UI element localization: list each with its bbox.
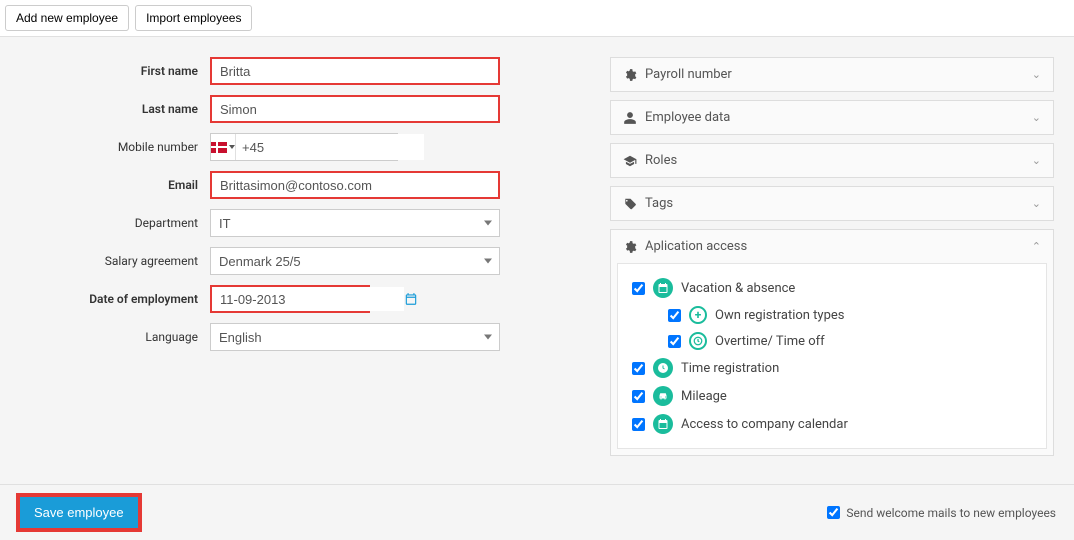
access-vacation-checkbox[interactable]: [632, 282, 645, 295]
toolbar: Add new employee Import employees: [0, 0, 1074, 37]
import-employees-button[interactable]: Import employees: [135, 5, 252, 31]
country-flag-dropdown[interactable]: [211, 134, 236, 160]
plus-icon: +: [689, 306, 707, 324]
mobile-number-input[interactable]: [236, 134, 424, 160]
time-icon: [653, 358, 673, 378]
panel-title: Aplication access: [645, 239, 1024, 254]
panel-app-access-header[interactable]: Aplication access ⌃: [611, 230, 1053, 263]
app-access-body: Vacation & absence + Own registration ty…: [617, 263, 1047, 449]
car-icon: [653, 386, 673, 406]
clock-icon: [689, 332, 707, 350]
chevron-up-icon: ⌃: [1032, 240, 1041, 253]
chevron-down-icon: [484, 335, 492, 340]
access-label: Mileage: [681, 389, 727, 404]
mobile-input-group: [210, 133, 398, 161]
email-input[interactable]: [210, 171, 500, 199]
access-overtime: Overtime/ Time off: [632, 328, 1032, 354]
email-label: Email: [20, 178, 210, 192]
last-name-input[interactable]: [210, 95, 500, 123]
panel-employee-data-header[interactable]: Employee data ⌄: [611, 101, 1053, 134]
employee-form: First name Last name Mobile number Email…: [20, 57, 580, 464]
access-vacation: Vacation & absence: [632, 274, 1032, 302]
access-overtime-checkbox[interactable]: [668, 335, 681, 348]
department-label: Department: [20, 216, 210, 230]
panel-title: Roles: [645, 153, 1024, 168]
access-own-reg: + Own registration types: [632, 302, 1032, 328]
access-calendar-checkbox[interactable]: [632, 418, 645, 431]
language-select[interactable]: [210, 323, 500, 351]
salary-label: Salary agreement: [20, 254, 210, 268]
access-own-reg-checkbox[interactable]: [668, 309, 681, 322]
gear-icon: [623, 68, 637, 82]
chevron-down-icon: ⌄: [1032, 197, 1041, 210]
first-name-label: First name: [20, 64, 210, 78]
mobile-label: Mobile number: [20, 140, 210, 154]
salary-select[interactable]: [210, 247, 500, 275]
panel-app-access: Aplication access ⌃ Vacation & absence +…: [610, 229, 1054, 456]
doe-label: Date of employment: [20, 292, 210, 306]
panel-payroll: Payroll number ⌄: [610, 57, 1054, 92]
department-select[interactable]: [210, 209, 500, 237]
chevron-down-icon: ⌄: [1032, 111, 1041, 124]
calendar-access-icon: [653, 414, 673, 434]
access-mileage-checkbox[interactable]: [632, 390, 645, 403]
first-name-input[interactable]: [210, 57, 500, 85]
content-area: First name Last name Mobile number Email…: [0, 37, 1074, 484]
chevron-down-icon: [484, 259, 492, 264]
language-label: Language: [20, 330, 210, 344]
language-value[interactable]: [210, 323, 500, 351]
gear-icon: [623, 240, 637, 254]
footer: Save employee Send welcome mails to new …: [0, 484, 1074, 540]
panel-payroll-header[interactable]: Payroll number ⌄: [611, 58, 1053, 91]
chevron-down-icon: ⌄: [1032, 68, 1041, 81]
tags-icon: [623, 197, 637, 211]
panel-roles-header[interactable]: Roles ⌄: [611, 144, 1053, 177]
person-icon: [623, 111, 637, 125]
access-time-reg: Time registration: [632, 354, 1032, 382]
access-label: Own registration types: [715, 308, 844, 323]
chevron-down-icon: [484, 221, 492, 226]
panel-tags: Tags ⌄: [610, 186, 1054, 221]
panel-title: Employee data: [645, 110, 1024, 125]
access-label: Overtime/ Time off: [715, 334, 825, 349]
department-value[interactable]: [210, 209, 500, 237]
access-label: Vacation & absence: [681, 281, 795, 296]
access-time-reg-checkbox[interactable]: [632, 362, 645, 375]
last-name-label: Last name: [20, 102, 210, 116]
salary-value[interactable]: [210, 247, 500, 275]
panel-title: Payroll number: [645, 67, 1024, 82]
panel-title: Tags: [645, 196, 1024, 211]
access-calendar: Access to company calendar: [632, 410, 1032, 438]
access-label: Time registration: [681, 361, 779, 376]
vacation-icon: [653, 278, 673, 298]
chevron-down-icon: ⌄: [1032, 154, 1041, 167]
date-of-employment-input[interactable]: [212, 287, 404, 311]
panel-roles: Roles ⌄: [610, 143, 1054, 178]
panel-employee-data: Employee data ⌄: [610, 100, 1054, 135]
denmark-flag-icon: [211, 142, 227, 153]
access-mileage: Mileage: [632, 382, 1032, 410]
chevron-down-icon: [229, 145, 235, 149]
side-panels: Payroll number ⌄ Employee data ⌄ Roles ⌄: [610, 57, 1054, 464]
graduation-icon: [623, 154, 637, 168]
panel-tags-header[interactable]: Tags ⌄: [611, 187, 1053, 220]
add-employee-button[interactable]: Add new employee: [5, 5, 129, 31]
access-label: Access to company calendar: [681, 417, 848, 432]
calendar-icon[interactable]: [404, 292, 418, 306]
date-of-employment-input-group: [210, 285, 370, 313]
